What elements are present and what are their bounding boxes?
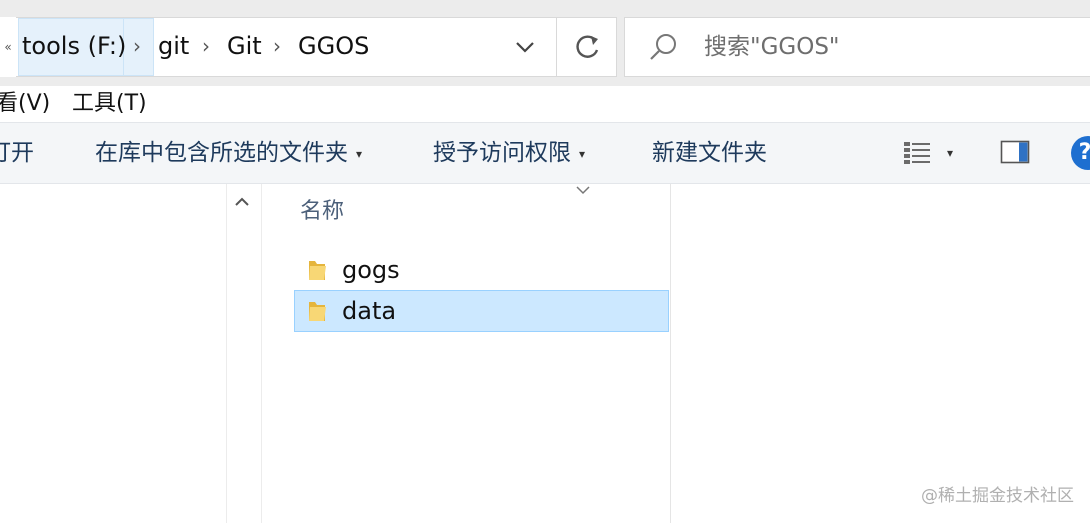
breadcrumb-item-git-upper[interactable]: Git: [227, 31, 262, 61]
chevron-down-icon: [516, 42, 534, 53]
breadcrumb-separator[interactable]: ›: [273, 30, 281, 62]
watermark: @稀土掘金技术社区: [921, 486, 1074, 506]
folder-icon: [306, 257, 328, 283]
grant-access-label: 授予访问权限: [433, 140, 571, 166]
file-list-pane[interactable]: [262, 184, 1090, 523]
file-name[interactable]: data: [342, 296, 396, 326]
grant-access-button[interactable]: 授予访问权限 ▾: [433, 138, 585, 169]
navigation-pane[interactable]: [0, 184, 226, 523]
breadcrumb-item-tools[interactable]: tools (F:): [22, 31, 126, 61]
search-input[interactable]: [624, 17, 1090, 77]
address-history-button[interactable]: [508, 30, 544, 64]
scroll-up-icon[interactable]: [232, 192, 252, 212]
breadcrumb-overflow-button[interactable]: «: [0, 17, 16, 77]
breadcrumb-item-git[interactable]: git: [158, 31, 189, 61]
new-folder-button[interactable]: 新建文件夹: [652, 138, 767, 168]
breadcrumb-separator[interactable]: ›: [202, 30, 210, 62]
breadcrumb-separator[interactable]: ›: [133, 30, 141, 62]
menu-bar: [0, 86, 1090, 122]
dropdown-arrow-icon: ▾: [356, 146, 363, 161]
menu-tools[interactable]: 工具(T): [72, 90, 147, 118]
refresh-button[interactable]: [560, 18, 616, 76]
include-in-library-label: 在库中包含所选的文件夹: [95, 140, 348, 166]
include-in-library-button[interactable]: 在库中包含所选的文件夹 ▾: [95, 138, 362, 169]
view-options-dropdown-icon[interactable]: ▾: [947, 143, 953, 163]
refresh-icon: [576, 35, 599, 58]
column-header-name[interactable]: 名称: [300, 198, 344, 226]
open-button[interactable]: 打开: [0, 138, 34, 168]
breadcrumb-item-ggos[interactable]: GGOS: [298, 31, 369, 61]
dropdown-arrow-icon: ▾: [579, 146, 586, 161]
address-divider: [556, 18, 557, 76]
view-details-icon[interactable]: [902, 140, 932, 166]
column-divider[interactable]: [670, 184, 671, 523]
preview-pane-icon[interactable]: [1000, 140, 1030, 164]
search-icon: [646, 31, 680, 65]
folder-icon: [306, 298, 328, 324]
search-placeholder[interactable]: 搜索"GGOS": [704, 32, 840, 62]
sort-arrow-icon: [574, 182, 592, 196]
menu-view[interactable]: 看(V): [0, 90, 50, 118]
navigation-scrollbar[interactable]: [226, 184, 262, 523]
file-name[interactable]: gogs: [342, 255, 400, 285]
